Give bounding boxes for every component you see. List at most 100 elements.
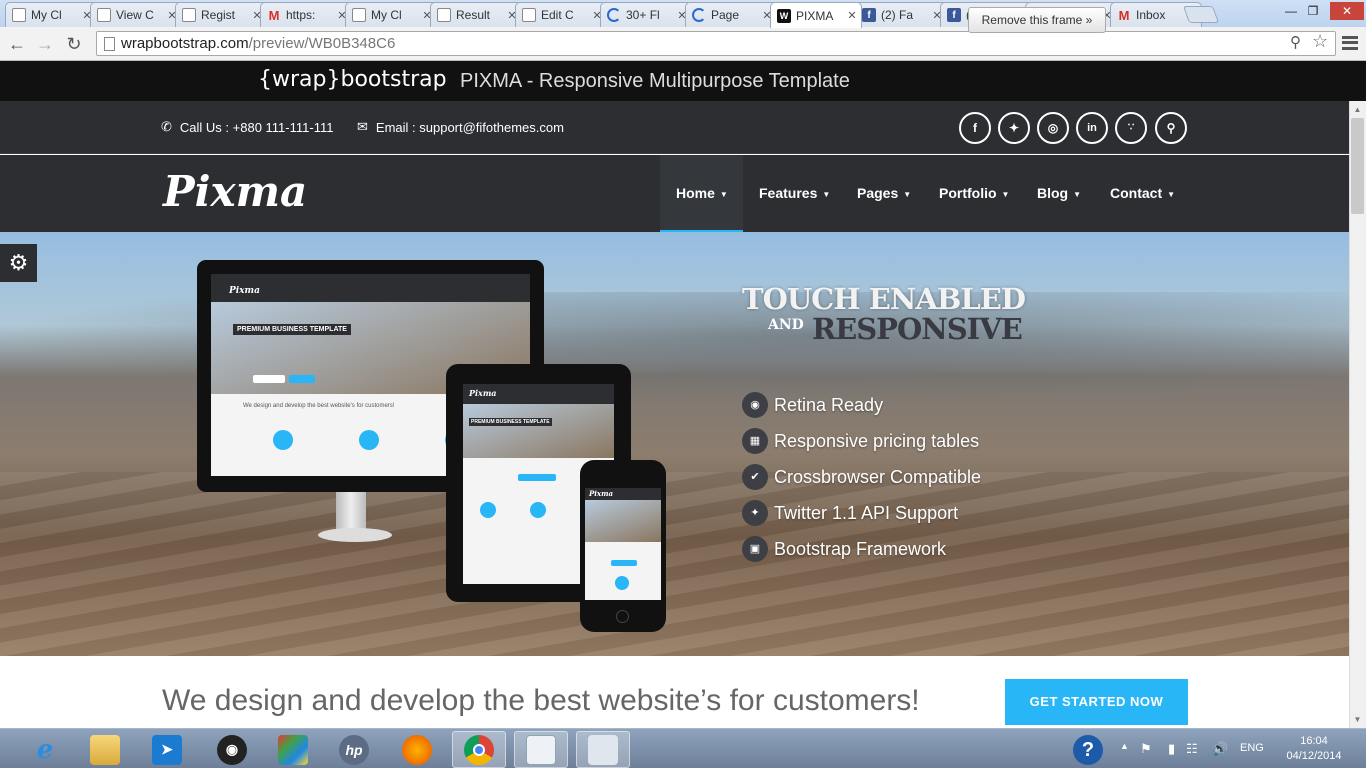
firefox-icon[interactable] <box>390 731 444 768</box>
wrapbootstrap-logo[interactable]: {wrap}bootstrap <box>258 67 447 92</box>
help-icon[interactable]: ? <box>1073 735 1103 765</box>
nav-item-label: Features <box>759 185 818 201</box>
linkedin-icon[interactable]: in <box>1076 112 1108 144</box>
browser-tab[interactable]: My Cl ✕ <box>5 2 97 27</box>
webcam-app-icon[interactable]: ◉ <box>205 731 259 768</box>
system-clock[interactable]: 16:04 04/12/2014 <box>1278 734 1350 764</box>
tray-flag-icon[interactable]: ⚑ <box>1140 741 1152 757</box>
zoom-search-icon[interactable]: ⚲ <box>1290 33 1301 51</box>
tab-title: PIXMA <box>796 8 834 23</box>
scrollbar-thumb[interactable] <box>1351 118 1364 214</box>
nav-item-features[interactable]: Features ▼ <box>743 155 841 232</box>
browser-tab[interactable]: My Cl ✕ <box>345 2 437 27</box>
chevron-down-icon: ▼ <box>1167 189 1176 199</box>
scroll-down-arrow-icon[interactable]: ▼ <box>1349 711 1366 728</box>
browser-tab[interactable]: Result ✕ <box>430 2 522 27</box>
screen: My Cl ✕ View C ✕ Regist ✕ Mhttps: ✕ My Cl ✕ Result… <box>0 0 1366 768</box>
document-icon <box>522 8 536 22</box>
chevron-down-icon: ▼ <box>1073 189 1082 199</box>
chevron-down-icon: ▼ <box>719 189 728 199</box>
tab-title: Edit C <box>541 8 574 22</box>
volume-icon[interactable]: 🔊 <box>1212 741 1228 757</box>
forward-arrow-icon[interactable]: → <box>34 33 56 55</box>
nav-item-label: Home <box>676 185 715 201</box>
phone-home-button <box>616 610 629 623</box>
tab-title: Page <box>711 8 740 22</box>
tab-title: My Cl <box>371 8 402 22</box>
network-app-button[interactable] <box>576 731 630 768</box>
browser-tab[interactable]: Edit C ✕ <box>515 2 607 27</box>
back-arrow-icon[interactable]: ← <box>6 33 28 55</box>
chrome-taskbar-button[interactable] <box>452 731 506 768</box>
document-icon <box>97 8 111 22</box>
nav-item-home[interactable]: Home ▼ <box>660 155 743 232</box>
chrome-menu-icon[interactable] <box>1342 36 1358 50</box>
mini-badge: PREMIUM BUSINESS TEMPLATE <box>233 324 351 335</box>
get-started-button[interactable]: GET STARTED NOW <box>1005 679 1188 725</box>
hero-feature-label: Responsive pricing tables <box>774 430 980 451</box>
window-app-button[interactable] <box>514 731 568 768</box>
site-logo[interactable]: Pixma <box>163 167 307 216</box>
browser-tab[interactable]: Mhttps: ✕ <box>260 2 352 27</box>
settings-gear-icon[interactable]: ⚙ <box>0 244 37 282</box>
twitter-icon: ✦ <box>742 500 768 526</box>
file-explorer-icon[interactable] <box>78 731 132 768</box>
browser-tab[interactable]: Page ✕ <box>685 2 777 27</box>
nav-item-contact[interactable]: Contact ▼ <box>1094 155 1186 232</box>
url-path: /preview/WB0B348C6 <box>248 35 396 52</box>
new-tab-button[interactable] <box>1182 6 1220 23</box>
restore-button[interactable]: ❐ <box>1300 2 1326 20</box>
hero-feature-label: Crossbrowser Compatible <box>774 466 982 487</box>
tab-title: Regist <box>201 8 236 22</box>
remove-frame-button[interactable]: Remove this frame » <box>968 7 1106 33</box>
hp-support-icon[interactable]: hp <box>327 731 381 768</box>
twitter-icon[interactable]: ✦ <box>998 112 1030 144</box>
browser-tab[interactable]: f (2) Fa ✕ <box>855 2 947 27</box>
browser-tab[interactable]: Regist ✕ <box>175 2 267 27</box>
tab-title: My Cl <box>31 8 62 22</box>
mini-button <box>289 375 315 383</box>
search-icon[interactable]: ⚲ <box>1155 112 1187 144</box>
browser-tab[interactable]: W PIXMA ✕ <box>770 2 862 28</box>
hero-title-line1: TOUCH ENABLED <box>742 282 1026 316</box>
site-topbar: ✆ Call Us : +880 111-111-111 ✉ Email : sup… <box>0 101 1349 154</box>
document-icon <box>182 8 196 22</box>
phone-mockup: Pixma <box>580 460 666 632</box>
internet-explorer-icon[interactable]: e <box>18 731 72 768</box>
network-signal-icon[interactable]: ☷ <box>1186 741 1198 757</box>
tab-title: (2) Fa <box>881 8 914 22</box>
hero-feature-label: Retina Ready <box>774 394 884 415</box>
gmail-icon: M <box>268 7 280 23</box>
clock-time: 16:04 <box>1300 735 1328 747</box>
tab-close-icon[interactable]: ✕ <box>847 9 857 22</box>
browser-tab[interactable]: 30+ Fl ✕ <box>600 2 692 27</box>
nav-item-portfolio[interactable]: Portfolio ▼ <box>923 155 1021 232</box>
browser-tab[interactable]: View C ✕ <box>90 2 182 27</box>
nav-item-pages[interactable]: Pages ▼ <box>841 155 923 232</box>
address-bar[interactable]: wrapbootstrap.com/preview/WB0B348C6 <box>96 31 1336 56</box>
hero-feature-item: ▣ Bootstrap Framework <box>742 536 946 562</box>
language-indicator[interactable]: ENG <box>1240 742 1264 754</box>
phone-text: Call Us : +880 111-111-111 <box>179 119 334 135</box>
reload-icon[interactable]: ↻ <box>63 33 85 55</box>
battery-icon[interactable]: ▮ <box>1168 741 1175 757</box>
puzzle-app-icon[interactable] <box>266 731 320 768</box>
browser-toolbar: ← → ↻ wrapbootstrap.com/preview/WB0B348C… <box>0 27 1366 61</box>
browser-tab-strip: My Cl ✕ View C ✕ Regist ✕ Mhttps: ✕ My Cl ✕ Result… <box>0 0 1366 28</box>
rss-icon[interactable]: ∵ <box>1115 112 1147 144</box>
mini-logo: Pixma <box>469 388 497 398</box>
mini-feature-icon <box>273 430 293 450</box>
tray-expand-icon[interactable]: ▲ <box>1120 741 1129 751</box>
nav-item-blog[interactable]: Blog ▼ <box>1021 155 1094 232</box>
app-launcher-icon[interactable]: ➤ <box>140 731 194 768</box>
chevron-down-icon: ▼ <box>822 189 831 199</box>
nav-item-label: Portfolio <box>939 185 997 201</box>
dribbble-icon[interactable]: ◎ <box>1037 112 1069 144</box>
close-window-button[interactable]: ✕ <box>1330 2 1364 20</box>
mini-hero <box>585 500 661 542</box>
loading-icon <box>692 8 706 22</box>
facebook-icon[interactable]: f <box>959 112 991 144</box>
scroll-up-arrow-icon[interactable]: ▲ <box>1349 101 1366 118</box>
mini-button <box>611 560 637 566</box>
bookmark-star-icon[interactable]: ☆ <box>1312 31 1328 52</box>
